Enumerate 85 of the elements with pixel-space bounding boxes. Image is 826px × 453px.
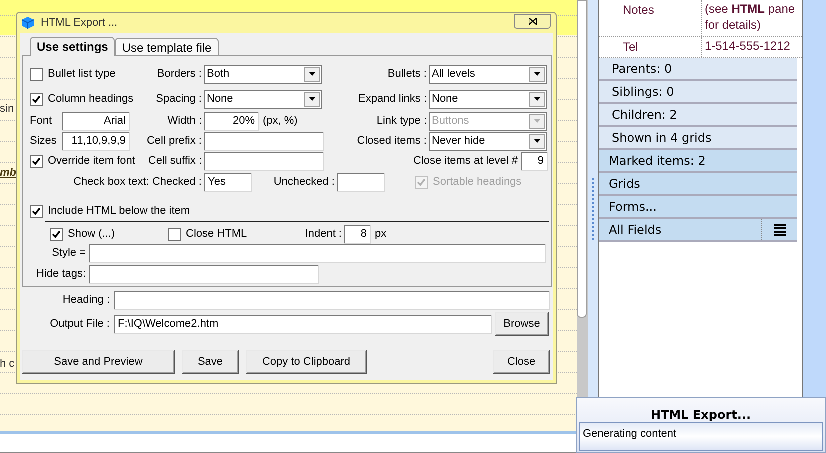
section-header[interactable]: Forms... <box>599 196 797 219</box>
window-title: HTML Export ... <box>41 16 118 31</box>
field-name: Notes <box>599 0 702 36</box>
field-label: Style = <box>52 247 86 260</box>
input-field[interactable] <box>204 152 324 170</box>
section-header[interactable]: Children: 2 <box>599 104 797 127</box>
checkbox[interactable]: Column headings <box>30 90 142 108</box>
tab[interactable]: Use settings <box>30 37 116 56</box>
section-header[interactable]: Grids <box>599 173 797 196</box>
checkbox[interactable]: Override item font <box>30 152 142 170</box>
tab[interactable]: Use template file <box>115 38 219 55</box>
field-label: Indent : <box>305 228 342 240</box>
dropdown[interactable]: All levels <box>429 64 547 84</box>
dropdown[interactable]: Never hide <box>429 132 547 150</box>
field-label: Expand links : <box>358 92 427 105</box>
action-button[interactable]: Save <box>182 350 239 374</box>
menu-icon[interactable] <box>774 224 786 236</box>
checkbox[interactable]: Include HTML below the item <box>30 202 190 220</box>
close-icon <box>528 18 536 25</box>
unit-label: (px, %) <box>263 114 299 129</box>
input-field[interactable]: 20% <box>204 112 259 130</box>
status-message: Generating content <box>579 422 823 451</box>
checkbox[interactable]: Show (...) <box>50 226 168 242</box>
input-field[interactable] <box>114 290 550 310</box>
input-field[interactable]: F:\IQ\Welcome2.htm <box>114 314 492 334</box>
input-field[interactable] <box>337 172 385 192</box>
input-field[interactable]: Arial <box>62 112 130 130</box>
field-value: 1-514-555-1212 <box>704 38 792 55</box>
field-label: Output File : <box>50 318 110 330</box>
field-value: (see HTML pane for details) <box>704 1 796 34</box>
section-header[interactable]: All Fields <box>599 219 797 242</box>
field-label: Cell prefix : <box>146 134 202 147</box>
caret-icon <box>308 72 316 76</box>
browse-button[interactable]: Browse <box>495 312 549 336</box>
checkbox[interactable]: Bullet list type <box>30 66 142 82</box>
field-label: Cell suffix : <box>148 154 202 167</box>
input-field[interactable] <box>204 132 324 150</box>
check-icon <box>417 178 426 186</box>
field-label: Link type : <box>376 114 427 127</box>
field-label: Check box text: Checked : <box>74 176 202 188</box>
caret-icon <box>308 97 316 101</box>
caret-icon <box>534 72 540 76</box>
caret-icon <box>534 139 540 143</box>
field-label: Hide tags: <box>36 268 86 280</box>
input-field[interactable]: 11,10,9,9,9 <box>62 132 130 150</box>
dropdown[interactable]: Both <box>204 64 322 84</box>
check-icon <box>32 206 41 216</box>
field-label: Spacing : <box>156 92 202 105</box>
field-label: Heading : <box>62 294 110 306</box>
action-button[interactable]: Copy to Clipboard <box>246 350 367 374</box>
unit-label: px <box>375 226 387 242</box>
check-icon <box>32 156 41 166</box>
input-field[interactable]: Yes <box>204 172 252 192</box>
checkbox[interactable]: Close HTML <box>168 226 278 242</box>
field-label: Bullets : <box>388 68 427 80</box>
input-field[interactable]: 8 <box>344 224 371 244</box>
field-name: Tel <box>599 37 702 57</box>
field-label: Font <box>30 114 52 127</box>
field-label: Unchecked : <box>274 176 335 188</box>
input-field[interactable] <box>89 244 546 263</box>
section-header[interactable]: Shown in 4 grids <box>599 127 797 150</box>
field-label: Width : <box>168 114 202 127</box>
action-button[interactable]: Save and Preview <box>22 350 175 374</box>
document-text: h c <box>0 357 15 372</box>
cube-icon <box>21 16 35 30</box>
field-label: Borders : <box>157 68 202 80</box>
link-text[interactable]: mb <box>0 165 16 182</box>
dropdown[interactable]: None <box>429 90 547 108</box>
close-dialog-button[interactable]: Close <box>493 350 550 374</box>
check-icon <box>52 230 61 238</box>
close-button[interactable] <box>514 14 551 29</box>
dropdown[interactable]: None <box>204 90 322 108</box>
input-field[interactable]: 9 <box>521 152 548 170</box>
document-text: sin <box>0 102 14 117</box>
popup-title: HTML Export... <box>650 407 752 422</box>
caret-icon <box>534 97 540 101</box>
section-header[interactable]: Marked items: 2 <box>599 150 797 173</box>
input-field[interactable] <box>89 265 319 284</box>
section-header[interactable]: Siblings: 0 <box>599 81 797 104</box>
field-label: Close items at level # <box>413 154 518 167</box>
field-label: Closed items : <box>357 134 427 147</box>
field-label: Sizes <box>30 134 57 147</box>
check-icon <box>32 94 41 104</box>
section-header[interactable]: Parents: 0 <box>599 58 797 81</box>
caret-icon <box>534 119 540 123</box>
